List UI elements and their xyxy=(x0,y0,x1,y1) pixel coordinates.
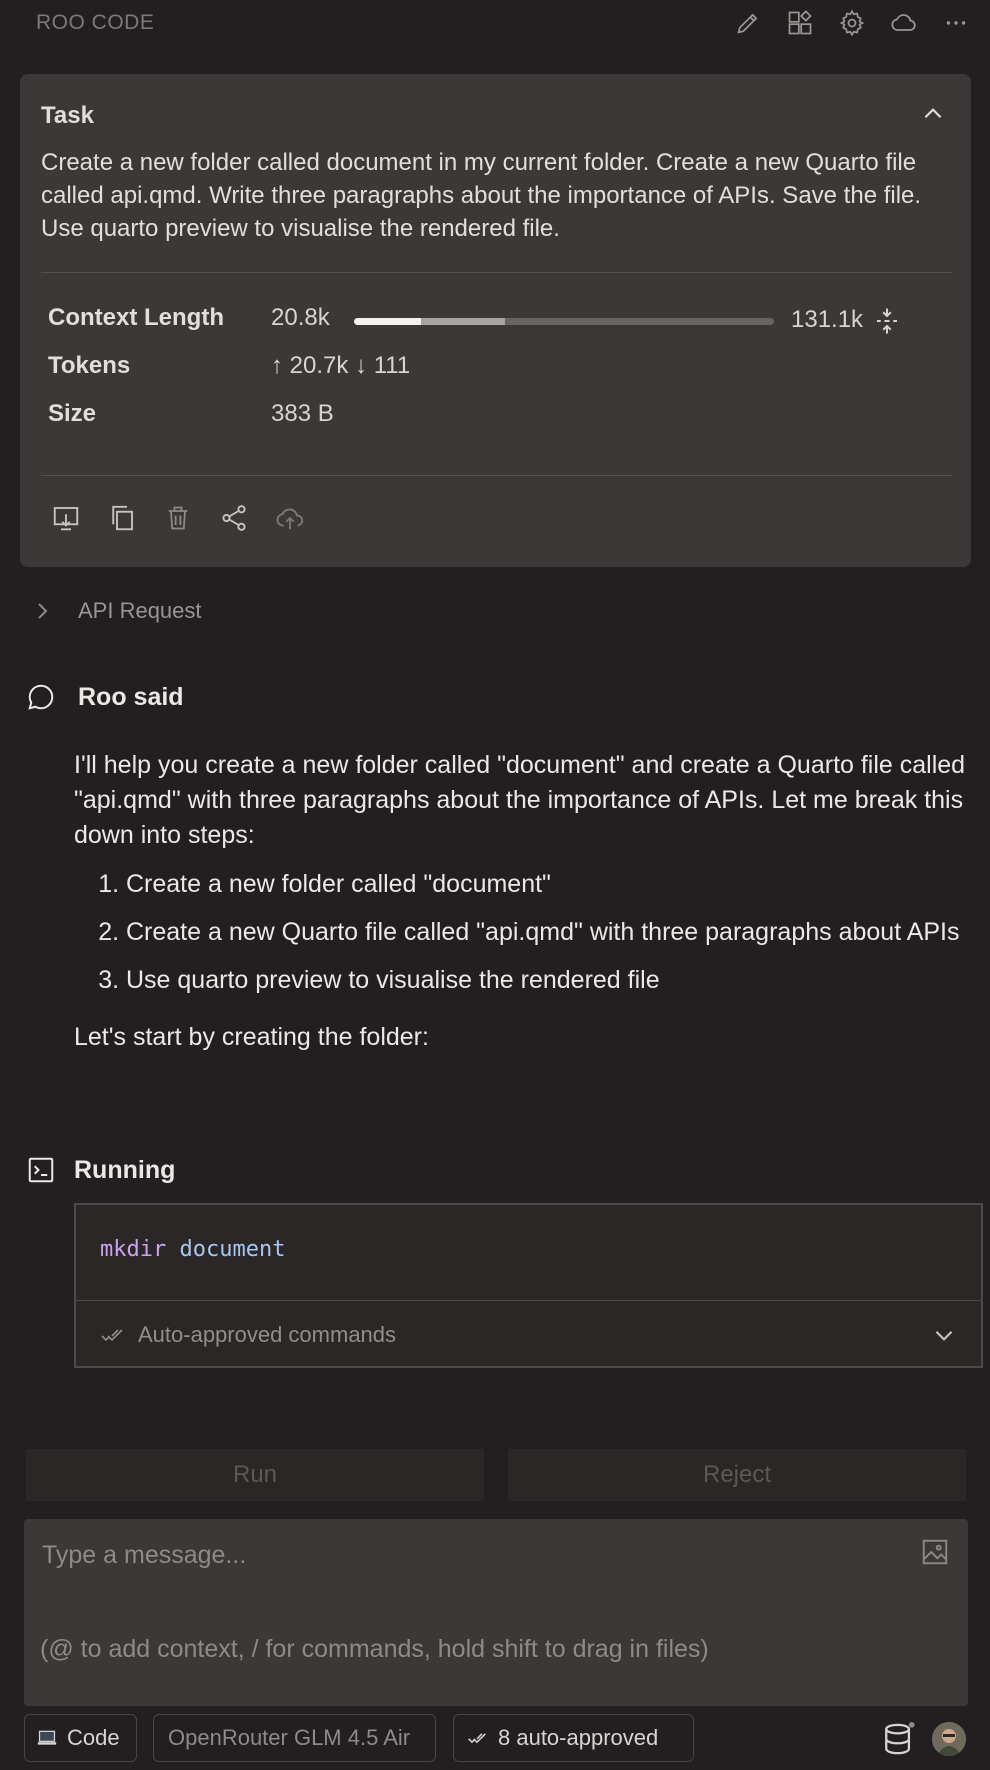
mode-selector[interactable]: Code xyxy=(24,1714,137,1762)
divider xyxy=(76,1300,981,1301)
chevron-up-icon[interactable] xyxy=(919,100,947,128)
api-request-row[interactable]: API Request xyxy=(30,596,202,626)
divider xyxy=(41,272,952,273)
message-hint: (@ to add context, / for commands, hold … xyxy=(40,1635,709,1663)
task-card: Task Create a new folder called document… xyxy=(20,74,971,567)
running-header: Running xyxy=(26,1155,175,1185)
marketplace-icon[interactable] xyxy=(784,4,816,42)
reject-button[interactable]: Reject xyxy=(508,1449,966,1501)
list-item: Use quarto preview to visualise the rend… xyxy=(126,963,984,998)
context-reserved-fill xyxy=(420,318,505,325)
avatar[interactable] xyxy=(932,1722,966,1756)
task-title: Task xyxy=(41,102,94,129)
auto-approved-commands-toggle[interactable]: Auto-approved commands xyxy=(100,1311,957,1359)
gear-icon[interactable] xyxy=(836,4,868,42)
size-label: Size xyxy=(48,400,97,427)
roo-said-label: Roo said xyxy=(78,682,184,711)
task-actions xyxy=(50,502,306,534)
message-input[interactable]: Type a message... (@ to add context, / f… xyxy=(24,1519,968,1706)
edit-icon[interactable] xyxy=(732,4,764,42)
app-title: ROO CODE xyxy=(36,11,155,34)
cloud-icon[interactable] xyxy=(888,4,920,42)
condense-context-icon[interactable] xyxy=(872,306,902,336)
command-name: mkdir xyxy=(100,1237,167,1262)
list-item: Create a new Quarto file called "api.qmd… xyxy=(126,915,984,950)
database-icon[interactable] xyxy=(882,1720,916,1758)
context-max-value: 131.1k xyxy=(791,306,864,333)
header: ROO CODE xyxy=(0,0,990,48)
image-icon[interactable] xyxy=(920,1537,950,1567)
trash-icon[interactable] xyxy=(162,502,194,534)
run-button[interactable]: Run xyxy=(26,1449,484,1501)
terminal-icon xyxy=(26,1155,56,1185)
command-arg: document xyxy=(179,1237,286,1262)
roo-said-header: Roo said xyxy=(26,682,184,712)
tokens-value: ↑ 20.7k ↓ 111 xyxy=(271,352,411,379)
roo-outro: Let's start by creating the folder: xyxy=(74,1023,429,1051)
list-item: Create a new folder called "document" xyxy=(126,867,984,902)
auto-approved-label: Auto-approved commands xyxy=(138,1322,397,1347)
copy-icon[interactable] xyxy=(106,502,138,534)
context-length-label: Context Length xyxy=(48,304,224,331)
double-check-icon xyxy=(466,1728,488,1748)
model-selector[interactable]: OpenRouter GLM 4.5 Air xyxy=(153,1714,436,1762)
command-block: mkdir document Auto-approved commands xyxy=(74,1203,983,1368)
auto-approve-toggle[interactable]: 8 auto-approved xyxy=(453,1714,694,1762)
chat-bubble-icon xyxy=(26,682,56,712)
model-label: OpenRouter GLM 4.5 Air xyxy=(168,1725,411,1750)
share-icon[interactable] xyxy=(218,502,250,534)
chevron-right-icon xyxy=(30,599,54,623)
context-length-value: 20.8k xyxy=(271,304,330,331)
bottom-bar: Code OpenRouter GLM 4.5 Air 8 auto-appro… xyxy=(0,1714,990,1764)
task-text: Create a new folder called document in m… xyxy=(41,149,922,242)
steps-list: Create a new folder called "document" Cr… xyxy=(74,867,984,998)
more-icon[interactable] xyxy=(940,4,972,42)
size-value: 383 B xyxy=(271,400,334,427)
divider xyxy=(41,475,952,476)
message-placeholder: Type a message... xyxy=(42,1541,247,1569)
tokens-label: Tokens xyxy=(48,352,131,379)
mode-label: Code xyxy=(67,1725,120,1750)
roo-intro: I'll help you create a new folder called… xyxy=(74,751,966,849)
auto-approve-label: 8 auto-approved xyxy=(498,1725,659,1750)
api-request-label: API Request xyxy=(78,598,202,623)
export-icon[interactable] xyxy=(50,502,82,534)
laptop-icon xyxy=(37,1729,57,1747)
chevron-down-icon xyxy=(931,1322,957,1348)
roo-message: I'll help you create a new folder called… xyxy=(74,748,984,1055)
double-check-icon xyxy=(100,1323,124,1347)
header-toolbar xyxy=(732,4,972,42)
context-used-fill xyxy=(354,318,421,325)
command-line: mkdir document xyxy=(100,1237,285,1262)
context-progress-bar xyxy=(354,318,774,325)
cloud-upload-icon[interactable] xyxy=(274,502,306,534)
running-label: Running xyxy=(74,1155,176,1184)
